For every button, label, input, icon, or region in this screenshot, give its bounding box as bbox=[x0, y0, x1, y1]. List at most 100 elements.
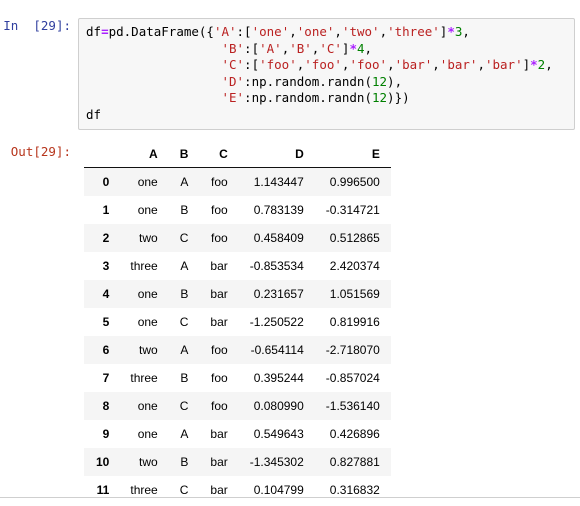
table-cell-c: foo bbox=[211, 175, 228, 189]
code-token-plain: , bbox=[379, 24, 388, 39]
table-cell-a: three bbox=[130, 483, 158, 497]
table-cell-e: 0.996500 bbox=[329, 175, 380, 189]
code-token-plain: pd.DataFrame({ bbox=[108, 24, 214, 39]
code-token-string: 'foo' bbox=[304, 57, 342, 72]
code-editor[interactable]: df=pd.DataFrame({'A':['one','one','two',… bbox=[78, 18, 575, 130]
table-row: 8 one Cfoo 0.080990 -1.536140 bbox=[84, 392, 391, 420]
code-token-string: 'A' bbox=[213, 24, 237, 39]
row-index-cell: 7 bbox=[102, 371, 110, 385]
code-token-plain: ] bbox=[522, 57, 531, 72]
code-token-plain: , bbox=[462, 24, 470, 39]
table-cell-c: foo bbox=[211, 343, 228, 357]
code-token-operator: * bbox=[349, 40, 357, 56]
code-cell-output: Out[29]: ABCDE 0 one Afoo 1.143447 0.996500 1… bbox=[0, 130, 580, 504]
row-index-cell: 2 bbox=[102, 231, 110, 245]
code-token-string: 'C' bbox=[221, 57, 245, 72]
code-token-string: 'D' bbox=[221, 73, 245, 89]
table-row: 1 one Bfoo 0.783139 -0.314721 bbox=[84, 196, 391, 224]
table-cell-b: B bbox=[180, 203, 189, 217]
code-token-string: 'two' bbox=[341, 24, 380, 39]
table-row: 7 three Bfoo 0.395244 -0.857024 bbox=[84, 364, 391, 392]
code-token-plain: :np.random.randn( bbox=[244, 90, 372, 105]
row-index-cell: 4 bbox=[102, 287, 110, 301]
table-cell-b: B bbox=[180, 371, 189, 385]
table-cell-a: one bbox=[137, 175, 158, 189]
code-token-string: 'three' bbox=[387, 24, 440, 39]
table-cell-b: A bbox=[180, 427, 189, 441]
table-cell-e: -0.857024 bbox=[325, 371, 380, 385]
table-row: 3 three Abar -0.853534 2.420374 bbox=[84, 252, 391, 280]
code-cell-input[interactable]: In [29]: df=pd.DataFrame({'A':['one','on… bbox=[0, 0, 580, 130]
table-cell-d: -0.853534 bbox=[249, 259, 304, 273]
table-cell-a: three bbox=[130, 371, 158, 385]
table-cell-c: foo bbox=[211, 399, 228, 413]
code-token-string: 'C' bbox=[319, 40, 342, 56]
table-cell-e: 0.827881 bbox=[329, 455, 380, 469]
column-header-a: A bbox=[119, 144, 169, 168]
code-token-string: 'A' bbox=[259, 40, 282, 56]
table-cell-d: 0.104799 bbox=[253, 483, 304, 497]
row-index-cell: 11 bbox=[96, 483, 110, 497]
row-index-cell: 8 bbox=[102, 399, 110, 413]
table-cell-c: bar bbox=[210, 287, 228, 301]
table-header-row: ABCDE bbox=[84, 144, 391, 168]
table-cell-a: two bbox=[139, 231, 158, 245]
table-cell-d: 0.458409 bbox=[253, 231, 304, 245]
code-token-plain: , bbox=[545, 57, 553, 72]
code-source[interactable]: df=pd.DataFrame({'A':['one','one','two',… bbox=[86, 24, 568, 123]
column-header-index bbox=[84, 144, 120, 168]
table-cell-a: one bbox=[137, 427, 158, 441]
table-cell-d: -1.345302 bbox=[249, 455, 304, 469]
row-index-cell: 10 bbox=[96, 455, 110, 469]
table-row: 6 two Afoo -0.654114 -2.718070 bbox=[84, 336, 391, 364]
notebook: In [29]: df=pd.DataFrame({'A':['one','on… bbox=[0, 0, 580, 504]
table-cell-e: -2.718070 bbox=[325, 343, 380, 357]
code-token-string: 'bar' bbox=[439, 57, 478, 72]
code-token-operator: * bbox=[530, 57, 538, 72]
table-cell-d: 0.395244 bbox=[253, 371, 304, 385]
row-index-cell: 3 bbox=[102, 259, 110, 273]
table-cell-d: -1.250522 bbox=[249, 315, 304, 329]
column-header-d: D bbox=[238, 144, 315, 168]
table-cell-a: two bbox=[139, 343, 158, 357]
table-cell-d: 0.783139 bbox=[253, 203, 304, 217]
table-cell-a: one bbox=[137, 315, 158, 329]
row-index-cell: 1 bbox=[102, 203, 110, 217]
table-cell-b: C bbox=[179, 483, 189, 497]
code-token-string: 'bar' bbox=[484, 57, 523, 72]
table-cell-c: foo bbox=[211, 203, 228, 217]
code-token-plain: , bbox=[334, 24, 342, 39]
column-header-c: C bbox=[199, 144, 239, 168]
table-cell-d: -0.654114 bbox=[250, 343, 304, 357]
code-token-plain: , bbox=[432, 57, 440, 72]
table-cell-a: three bbox=[130, 259, 158, 273]
table-cell-a: one bbox=[137, 287, 158, 301]
table-cell-e: 0.512865 bbox=[329, 231, 380, 245]
row-index-cell: 5 bbox=[102, 315, 110, 329]
table-row: 5 one Cbar -1.250522 0.819916 bbox=[84, 308, 391, 336]
table-row: 4 one Bbar 0.231657 1.051569 bbox=[84, 280, 391, 308]
code-token-plain: :np.random.randn( bbox=[244, 73, 372, 89]
input-prompt-label: In [29]: bbox=[3, 18, 71, 33]
column-header-b: B bbox=[168, 144, 200, 168]
row-index-cell: 0 bbox=[102, 175, 110, 189]
code-token-string: 'B' bbox=[221, 40, 245, 56]
table-cell-a: one bbox=[137, 399, 158, 413]
table-row: 0 one Afoo 1.143447 0.996500 bbox=[84, 167, 391, 196]
table-cell-e: 0.316832 bbox=[329, 483, 380, 497]
table-row: 10 two Bbar -1.345302 0.827881 bbox=[84, 448, 391, 476]
table-cell-e: 0.426896 bbox=[329, 427, 380, 441]
table-cell-d: 0.080990 bbox=[253, 399, 304, 413]
table-cell-a: two bbox=[139, 455, 158, 469]
footer-separator bbox=[0, 497, 580, 498]
row-index-cell: 6 bbox=[102, 343, 110, 357]
code-token-string: 'one' bbox=[251, 24, 290, 39]
code-token-string: 'B' bbox=[289, 40, 312, 56]
table-cell-b: C bbox=[179, 399, 189, 413]
table-cell-b: C bbox=[179, 231, 189, 245]
dataframe-output: ABCDE 0 one Afoo 1.143447 0.996500 1 one Bfoo 0.… bbox=[78, 144, 580, 504]
table-cell-b: A bbox=[180, 259, 189, 273]
table-cell-c: bar bbox=[210, 315, 228, 329]
